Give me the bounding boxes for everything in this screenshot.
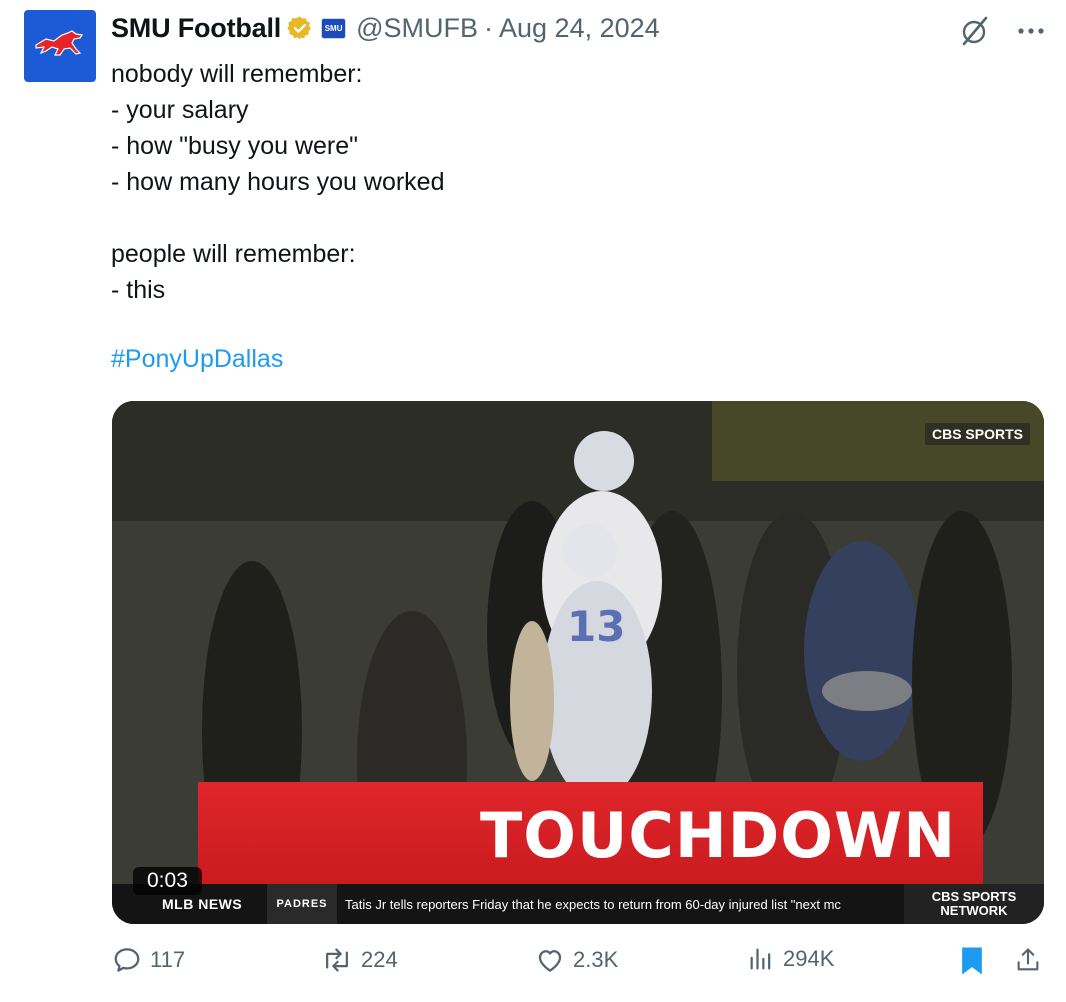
author-handle[interactable]: @SMUFB (356, 13, 478, 44)
tweet-header: SMU Football SMU @SMUFB · Aug 24, 2024 (111, 10, 660, 46)
heart-icon (535, 945, 565, 975)
avatar[interactable] (24, 10, 96, 82)
cbs-sports-watermark: CBS SPORTS (924, 423, 1030, 445)
news-ticker: MLB NEWS PADRES Tatis Jr tells reporters… (112, 884, 1044, 924)
reply-icon (112, 945, 142, 975)
bookmark-icon (958, 945, 986, 977)
reply-button[interactable]: 117 (112, 945, 185, 975)
video-player[interactable]: 13 CBS SPORTS TOUCHDOWN MLB NEWS PADRES … (112, 401, 1044, 924)
repost-count: 224 (361, 947, 398, 972)
ticker-team: PADRES (267, 884, 337, 924)
tweet-date[interactable]: Aug 24, 2024 (499, 13, 660, 44)
author-name[interactable]: SMU Football (111, 13, 281, 44)
ticker-network-line1: CBS SPORTS (931, 889, 1017, 904)
grok-icon[interactable] (958, 14, 992, 48)
hashtag-link[interactable]: #PonyUpDallas (111, 341, 283, 377)
like-count: 2.3K (573, 947, 619, 972)
reply-count: 117 (150, 947, 186, 972)
ticker-network-line2: NETWORK (940, 903, 1008, 918)
like-button[interactable]: 2.3K (535, 945, 618, 975)
repost-icon (321, 945, 353, 975)
share-icon (1014, 945, 1042, 975)
ticker-news-text: Tatis Jr tells reporters Friday that he … (345, 896, 841, 912)
tweet-text: nobody will remember: - your salary - ho… (111, 60, 445, 304)
tweet-top-actions (958, 14, 1044, 48)
repost-button[interactable]: 224 (321, 945, 398, 975)
mustang-logo-icon (32, 29, 88, 64)
separator-dot: · (484, 12, 494, 43)
bookmark-button[interactable] (958, 945, 986, 977)
more-options-icon[interactable] (1018, 27, 1044, 35)
ticker-network: CBS SPORTS NETWORK (904, 884, 1044, 924)
share-button[interactable] (1014, 945, 1042, 975)
views-chart-icon (747, 945, 775, 973)
affiliation-badge[interactable]: SMU (321, 17, 347, 39)
ticker-section: MLB NEWS (162, 896, 243, 912)
svg-text:13: 13 (567, 602, 625, 651)
touchdown-banner-text: TOUCHDOWN (480, 799, 957, 872)
video-timer: 0:03 (133, 867, 202, 895)
views-button[interactable]: 294K (747, 945, 834, 973)
views-count: 294K (783, 946, 835, 971)
tweet-action-bar: 117 224 2.3K 294K (0, 945, 1066, 985)
verified-badge-icon[interactable] (287, 15, 313, 41)
